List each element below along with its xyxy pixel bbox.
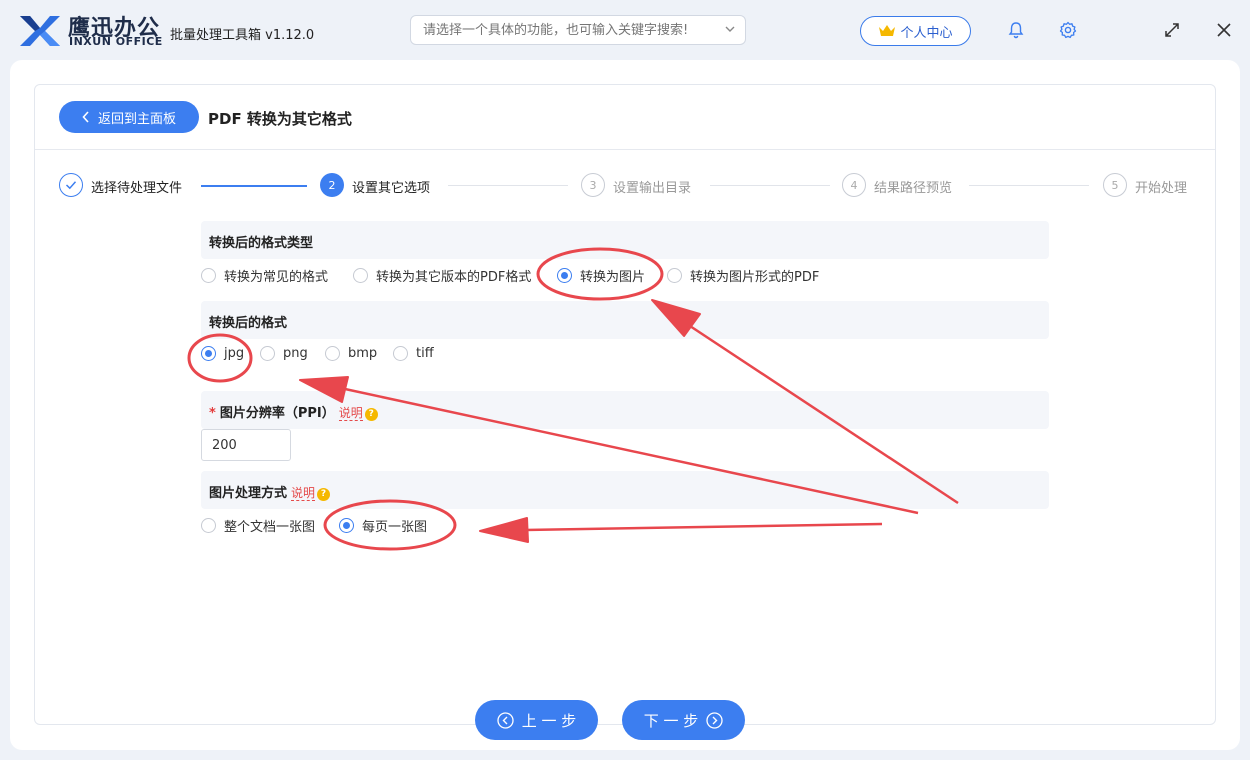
radio-circle [201,518,216,533]
bell-icon[interactable] [1006,20,1026,40]
page-title: PDF 转换为其它格式 [208,110,352,128]
radio-whole-document[interactable]: 整个文档一张图 [201,516,315,535]
brand-name-en: INXUN OFFICE [69,35,163,48]
title-bar: 鹰迅办公 INXUN OFFICE 批量处理工具箱 v1.12.0 个人中心 [0,0,1250,60]
radio-image-pdf[interactable]: 转换为图片形式的PDF [667,266,819,285]
radio-circle [325,346,340,361]
next-step-label: 下 一 步 [643,711,699,730]
ppi-input[interactable] [201,429,291,461]
app-title: 批量处理工具箱 v1.12.0 [170,28,315,43]
prev-step-label: 上 一 步 [521,711,577,730]
step-connector-2 [448,185,568,186]
radio-label: 转换为图片形式的PDF [690,270,820,285]
back-button-label: 返回到主面板 [97,111,176,127]
prev-step-button[interactable]: 上 一 步 [475,700,598,740]
radio-circle [260,346,275,361]
step-1-indicator [59,173,83,197]
radio-per-page[interactable]: 每页一张图 [339,516,427,535]
radio-tiff[interactable]: tiff [393,346,434,361]
radio-label: bmp [348,346,378,361]
format-type-title: 转换后的格式类型 [209,236,314,251]
question-icon[interactable]: ? [364,408,378,421]
step-3-label: 设置输出目录 [613,181,692,196]
crown-icon [879,25,896,36]
radio-label: 每页一张图 [362,520,428,535]
radio-circle [393,346,408,361]
radio-label: jpg [224,346,245,361]
inxun-logo-icon [20,16,60,46]
chevron-right-circle-icon [706,711,723,729]
radio-circle [201,268,216,283]
chevron-down-icon[interactable] [722,21,738,37]
chevron-left-circle-icon [497,711,514,729]
radio-label: 转换为常见的格式 [224,270,329,285]
radio-circle [557,268,572,283]
format-title: 转换后的格式 [209,316,288,331]
radio-circle [667,268,682,283]
radio-label: 整个文档一张图 [224,520,316,535]
processing-help-link[interactable]: 说明 [291,486,316,501]
radio-bmp[interactable]: bmp [325,346,377,361]
chevron-left-icon [82,111,89,123]
checkmark-icon [65,181,77,190]
header-divider [35,149,1215,150]
step-3-indicator: 3 [581,173,605,197]
step-5-label: 开始处理 [1135,181,1188,196]
step-connector-3 [710,185,830,186]
format-section-header: 转换后的格式 [201,301,1049,339]
radio-circle [353,268,368,283]
radio-label: png [283,346,308,361]
radio-to-image[interactable]: 转换为图片 [557,266,645,285]
next-step-button[interactable]: 下 一 步 [622,700,745,740]
processing-title-text: 图片处理方式 [209,486,288,501]
radio-png[interactable]: png [260,346,308,361]
radio-circle [201,346,216,361]
step-5-indicator: 5 [1103,173,1127,197]
radio-circle [339,518,354,533]
back-to-home-button[interactable]: 返回到主面板 [59,101,199,133]
resolution-section-header: * 图片分辨率（PPI） 说明? [201,391,1049,429]
radio-label: tiff [416,346,434,361]
resolution-help-link[interactable]: 说明 [338,406,363,421]
step-connector-4 [969,185,1089,186]
radio-label: 转换为图片 [580,270,646,285]
maximize-icon[interactable] [1162,20,1182,40]
radio-label: 转换为其它版本的PDF格式 [376,270,532,285]
search-input[interactable] [410,15,746,45]
resolution-title-text: 图片分辨率（PPI） [219,406,335,421]
user-center-label: 个人中心 [900,25,953,41]
required-mark: * [209,406,216,421]
step-2-label: 设置其它选项 [352,181,431,196]
step-4-label: 结果路径预览 [874,181,953,196]
step-2-indicator: 2 [320,173,344,197]
radio-common-format[interactable]: 转换为常见的格式 [201,266,328,285]
processing-section-header: 图片处理方式 说明? [201,471,1049,509]
close-icon[interactable] [1214,20,1234,40]
gear-icon[interactable] [1058,20,1078,40]
user-center-button[interactable]: 个人中心 [860,16,971,46]
radio-other-pdf-version[interactable]: 转换为其它版本的PDF格式 [353,266,531,285]
radio-jpg[interactable]: jpg [201,346,244,361]
step-1-label: 选择待处理文件 [91,181,183,196]
processing-title: 图片处理方式 说明? [209,482,331,501]
format-type-section-header: 转换后的格式类型 [201,221,1049,259]
question-icon[interactable]: ? [317,488,331,501]
step-4-indicator: 4 [842,173,866,197]
resolution-title: * 图片分辨率（PPI） 说明? [209,402,378,421]
step-connector-1 [201,185,307,187]
